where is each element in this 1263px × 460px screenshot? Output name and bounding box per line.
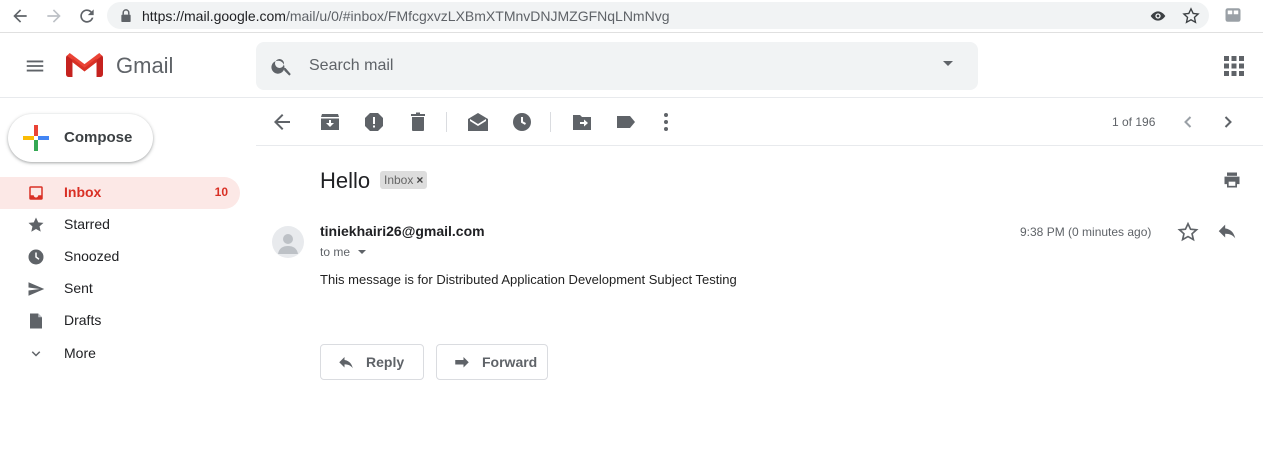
reply-icon xyxy=(337,354,355,372)
draft-icon xyxy=(27,312,45,330)
extension-icon[interactable] xyxy=(1224,6,1244,26)
forward-arrow-icon[interactable] xyxy=(44,6,64,26)
reply-button[interactable]: Reply xyxy=(320,344,424,380)
toolbar-divider xyxy=(550,112,551,132)
search-options-dropdown-icon[interactable] xyxy=(942,60,954,68)
lock-icon xyxy=(120,9,132,22)
message-toolbar: 1 of 196 xyxy=(256,98,1263,146)
sidebar-item-sent[interactable]: Sent xyxy=(0,273,240,305)
main-menu-icon[interactable] xyxy=(24,55,46,77)
sidebar-item-label: Inbox xyxy=(64,184,102,200)
inbox-icon xyxy=(27,184,45,202)
sidebar-item-label: Snoozed xyxy=(64,248,120,264)
older-chevron-icon[interactable] xyxy=(1216,110,1240,134)
label-chip-text: Inbox xyxy=(384,173,414,187)
recipient-line: to me xyxy=(320,245,351,259)
print-icon[interactable] xyxy=(1222,170,1242,190)
sidebar-item-drafts[interactable]: Drafts xyxy=(0,305,240,337)
reply-arrow-icon[interactable] xyxy=(1216,221,1238,243)
mark-as-unread-icon[interactable] xyxy=(466,110,490,134)
move-to-icon[interactable] xyxy=(570,110,594,134)
message-timestamp: 9:38 PM (0 minutes ago) xyxy=(1020,225,1152,239)
google-apps-icon[interactable] xyxy=(1224,56,1244,76)
compose-plus-icon xyxy=(23,125,49,151)
unread-count-badge: 10 xyxy=(214,185,228,199)
back-to-inbox-icon[interactable] xyxy=(270,110,294,134)
sidebar-item-label: Sent xyxy=(64,280,93,296)
toolbar-divider xyxy=(446,112,447,132)
delete-icon[interactable] xyxy=(406,110,430,134)
star-message-icon[interactable] xyxy=(1177,221,1199,243)
compose-button[interactable]: Compose xyxy=(8,114,153,162)
reply-label: Reply xyxy=(366,354,405,370)
sidebar-item-label: Starred xyxy=(64,216,110,232)
remove-label-icon[interactable]: × xyxy=(416,173,423,187)
forward-label: Forward xyxy=(482,354,538,370)
url-text: https://mail.google.com/mail/u/0/#inbox/… xyxy=(142,8,670,24)
clock-icon xyxy=(27,248,45,266)
gmail-header: Gmail Search mail xyxy=(0,33,1263,98)
star-icon xyxy=(27,216,45,234)
show-details-dropdown-icon[interactable] xyxy=(357,249,367,255)
sidebar-item-more[interactable]: More xyxy=(0,338,240,370)
forward-button[interactable]: Forward xyxy=(436,344,548,380)
sidebar-item-label: More xyxy=(64,345,96,361)
snooze-icon[interactable] xyxy=(510,110,534,134)
sidebar-item-inbox[interactable]: Inbox 10 xyxy=(0,177,240,209)
address-bar[interactable]: https://mail.google.com/mail/u/0/#inbox/… xyxy=(107,2,1209,29)
email-subject: Hello xyxy=(320,168,371,193)
sidebar-item-snoozed[interactable]: Snoozed xyxy=(0,241,240,273)
browser-toolbar: https://mail.google.com/mail/u/0/#inbox/… xyxy=(0,0,1263,33)
gmail-logo-icon[interactable] xyxy=(66,51,103,79)
sidebar-item-label: Drafts xyxy=(64,312,102,328)
tracking-eye-icon[interactable] xyxy=(1150,8,1166,24)
inbox-label-chip[interactable]: Inbox × xyxy=(380,171,428,189)
reload-icon[interactable] xyxy=(77,6,97,26)
sender-email[interactable]: tiniekhairi26@gmail.com xyxy=(320,223,485,239)
chevron-down-icon xyxy=(27,345,45,363)
search-icon[interactable] xyxy=(270,54,294,78)
archive-icon[interactable] xyxy=(318,110,342,134)
app-name[interactable]: Gmail xyxy=(116,53,173,79)
search-input[interactable]: Search mail xyxy=(309,57,393,75)
sender-avatar[interactable] xyxy=(272,226,304,258)
bookmark-star-icon[interactable] xyxy=(1182,7,1200,25)
report-spam-icon[interactable] xyxy=(362,110,386,134)
search-bar[interactable]: Search mail xyxy=(256,42,978,90)
back-arrow-icon[interactable] xyxy=(10,6,30,26)
sidebar-item-starred[interactable]: Starred xyxy=(0,209,240,241)
forward-icon xyxy=(453,354,471,372)
newer-chevron-icon[interactable] xyxy=(1176,110,1200,134)
label-tag-icon[interactable] xyxy=(614,110,638,134)
email-body: This message is for Distributed Applicat… xyxy=(320,272,737,287)
compose-label: Compose xyxy=(64,129,133,146)
more-options-icon[interactable] xyxy=(654,110,678,134)
send-icon xyxy=(27,280,45,298)
pagination-count: 1 of 196 xyxy=(1112,115,1156,129)
